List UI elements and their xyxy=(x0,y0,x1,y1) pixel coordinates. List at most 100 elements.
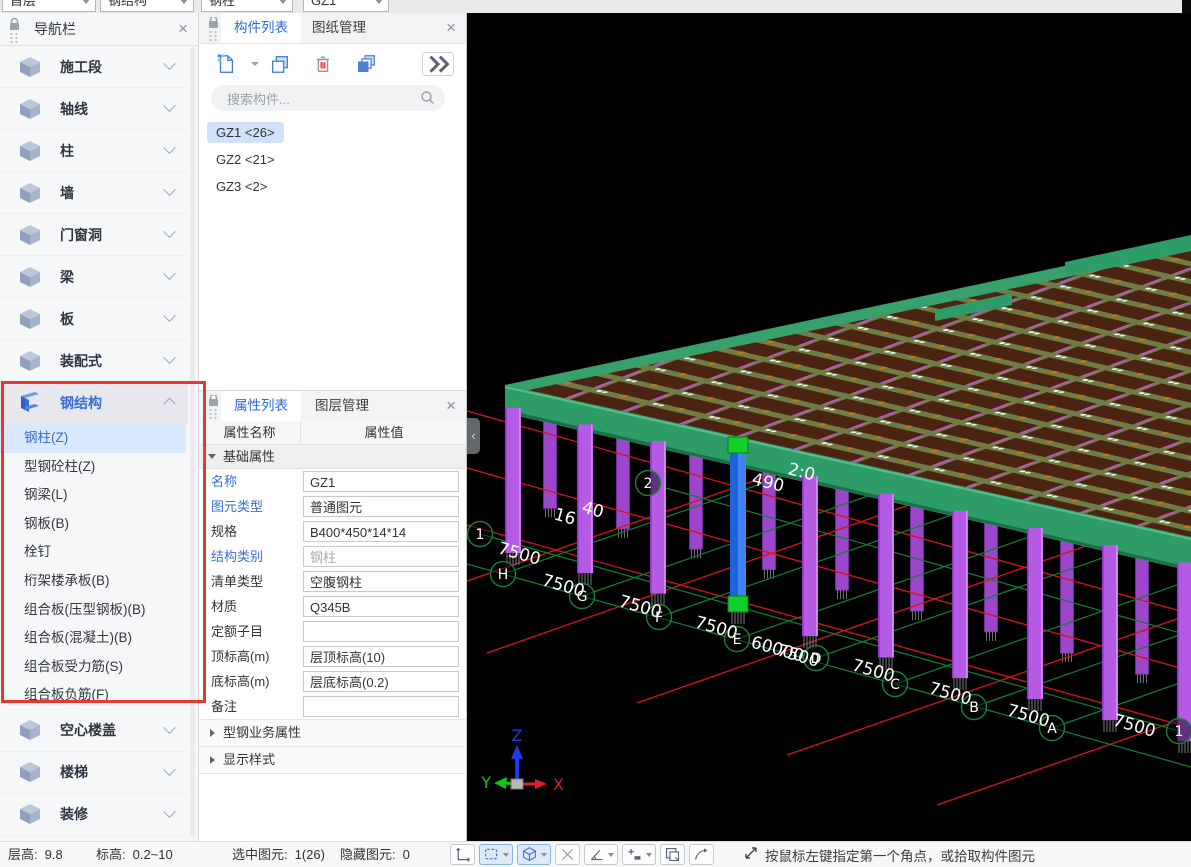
3d-viewport[interactable]: 12HGFEDCBA1 7500750075007500600007500750… xyxy=(467,13,1191,841)
sidebar-item-column[interactable]: 柱 xyxy=(0,130,188,172)
selected-column-gz1[interactable] xyxy=(728,437,748,624)
point-snap-button[interactable] xyxy=(622,844,656,865)
property-value-input[interactable]: 空腹钢柱 xyxy=(303,571,459,592)
sidebar-scrollbar[interactable] xyxy=(190,47,195,837)
chevron-down-icon[interactable] xyxy=(163,141,176,154)
chevron-down-icon[interactable] xyxy=(163,721,176,734)
sidebar-item-wall[interactable]: 墙 xyxy=(0,172,188,214)
angle-tool-button[interactable] xyxy=(584,844,618,865)
steel-column[interactable] xyxy=(1027,528,1043,699)
tab-layer-management[interactable]: 图层管理 xyxy=(302,391,382,421)
sidebar-subitem[interactable]: 型钢砼柱(Z) xyxy=(0,453,186,482)
steel-column[interactable] xyxy=(1177,563,1191,742)
property-value-input[interactable]: 钢柱 xyxy=(303,546,459,567)
sidebar-subitem[interactable]: 组合板受力筋(S) xyxy=(0,653,186,682)
viewport-collapse-handle[interactable]: ‹ xyxy=(467,418,480,454)
chevron-down-icon[interactable] xyxy=(163,183,176,196)
property-panel-close-button[interactable]: × xyxy=(446,391,456,421)
panel-grip-lock-icon[interactable] xyxy=(206,17,220,46)
component-type-select[interactable]: 钢柱 xyxy=(201,0,293,12)
sidebar-item-door-window[interactable]: 门窗洞 xyxy=(0,214,188,256)
component-item[interactable]: GZ2 <21> xyxy=(207,149,284,170)
dropdown-caret-icon[interactable] xyxy=(646,853,652,857)
chevron-down-icon[interactable] xyxy=(163,351,176,364)
property-value-input[interactable]: Q345B xyxy=(303,596,459,617)
chevron-down-icon[interactable] xyxy=(163,57,176,70)
property-value-input[interactable]: 普通图元 xyxy=(303,496,459,517)
component-panel-close-button[interactable]: × xyxy=(446,13,456,43)
batch-copy-button[interactable] xyxy=(353,51,379,77)
chevron-down-icon[interactable] xyxy=(163,763,176,776)
sidebar-subitem[interactable]: 钢梁(L) xyxy=(0,481,186,510)
column-bottom-handle[interactable] xyxy=(728,596,748,612)
panel-grip-lock-icon[interactable] xyxy=(206,395,220,424)
dropdown-caret-icon[interactable] xyxy=(251,62,259,66)
property-value-input[interactable]: 层顶标高(10) xyxy=(303,646,459,667)
section-display-style[interactable]: 显示样式 xyxy=(199,747,466,774)
sidebar-item-slab[interactable]: 板 xyxy=(0,298,188,340)
dropdown-caret-icon[interactable] xyxy=(608,853,614,857)
steel-column[interactable] xyxy=(878,494,894,658)
property-value-input[interactable]: GZ1 xyxy=(303,471,459,492)
property-table-header: 属性名称 属性值 xyxy=(199,421,466,445)
sidebar-item-stairs[interactable]: 楼梯 xyxy=(0,752,188,794)
property-value-input[interactable]: B400*450*14*14 xyxy=(303,521,459,542)
sidebar-item-decoration[interactable]: 装修 xyxy=(0,794,188,836)
component-item[interactable]: GZ3 <2> xyxy=(207,176,276,197)
steel-column[interactable] xyxy=(505,408,521,553)
search-input[interactable] xyxy=(225,85,409,113)
sidebar-item-steel-structure[interactable]: 钢结构 xyxy=(0,382,188,424)
chevron-down-icon[interactable] xyxy=(163,99,176,112)
chevron-down-icon[interactable] xyxy=(163,805,176,818)
sidebar-item-construction-segment[interactable]: 施工段 xyxy=(0,46,188,88)
cross-select-button[interactable] xyxy=(555,844,580,865)
chevron-down-icon[interactable] xyxy=(163,267,176,280)
dropdown-caret-icon[interactable] xyxy=(541,853,547,857)
component-name-select[interactable]: GZ1 xyxy=(303,0,389,12)
component-list-panel: 构件列表 图纸管理 × GZ1 <26> GZ2 <21> GZ3 <2> xyxy=(199,13,466,390)
chevron-up-icon[interactable] xyxy=(163,398,176,411)
chevron-down-icon[interactable] xyxy=(163,309,176,322)
chevron-down-icon[interactable] xyxy=(163,225,176,238)
tab-component-list[interactable]: 构件列表 xyxy=(221,13,301,43)
image-batch-button[interactable] xyxy=(660,844,685,865)
structure-category-select[interactable]: 钢结构 xyxy=(100,0,194,12)
sidebar-close-button[interactable]: × xyxy=(178,13,188,45)
view-3d-button[interactable] xyxy=(517,844,551,865)
sidebar-item-hollow-floor[interactable]: 空心楼盖 xyxy=(0,710,188,752)
steel-column[interactable] xyxy=(1102,545,1118,720)
sidebar-subitem[interactable]: 组合板(混凝土)(B) xyxy=(0,624,186,653)
sidebar-subitem[interactable]: 钢柱(Z) xyxy=(0,424,186,453)
rect-select-button[interactable] xyxy=(479,844,513,865)
sidebar-subitem[interactable]: 组合板负筋(F) xyxy=(0,681,186,710)
sidebar-item-prefab[interactable]: 装配式 xyxy=(0,340,188,382)
property-value-input[interactable] xyxy=(303,621,459,642)
steel-column[interactable] xyxy=(952,511,968,678)
sidebar-subitem[interactable]: 组合板(压型钢板)(B) xyxy=(0,596,186,625)
new-component-button[interactable] xyxy=(213,51,239,77)
sidebar-subitem[interactable]: 桁架楼承板(B) xyxy=(0,567,186,596)
section-basic-properties[interactable]: 基础属性 xyxy=(199,445,466,469)
component-item[interactable]: GZ1 <26> xyxy=(207,122,284,143)
steel-column[interactable] xyxy=(650,441,666,593)
sidebar-subitem[interactable]: 钢板(B) xyxy=(0,510,186,539)
delete-component-button[interactable] xyxy=(310,51,336,77)
copy-component-button[interactable] xyxy=(267,51,293,77)
tab-property-list[interactable]: 属性列表 xyxy=(221,391,301,421)
floor-select[interactable]: 首层 xyxy=(2,0,96,12)
sidebar-subitem[interactable]: 栓钉 xyxy=(0,538,186,567)
svg-text:H: H xyxy=(498,567,509,583)
arc-tool-button[interactable] xyxy=(689,844,714,865)
sidebar-item-beam[interactable]: 梁 xyxy=(0,256,188,298)
section-steel-business-properties[interactable]: 型钢业务属性 xyxy=(199,719,466,747)
property-value-input[interactable] xyxy=(303,696,459,717)
tab-drawing-management[interactable]: 图纸管理 xyxy=(299,13,379,43)
sidebar-item-axis-grid[interactable]: 轴线 xyxy=(0,88,188,130)
steel-column[interactable] xyxy=(802,476,818,636)
expand-toolbar-button[interactable] xyxy=(422,52,454,76)
dropdown-caret-icon[interactable] xyxy=(503,853,509,857)
panel-grip-lock-icon[interactable] xyxy=(7,17,21,46)
column-top-handle[interactable] xyxy=(728,437,748,453)
origin-axis-button[interactable] xyxy=(450,844,475,865)
property-value-input[interactable]: 层底标高(0.2) xyxy=(303,671,459,692)
